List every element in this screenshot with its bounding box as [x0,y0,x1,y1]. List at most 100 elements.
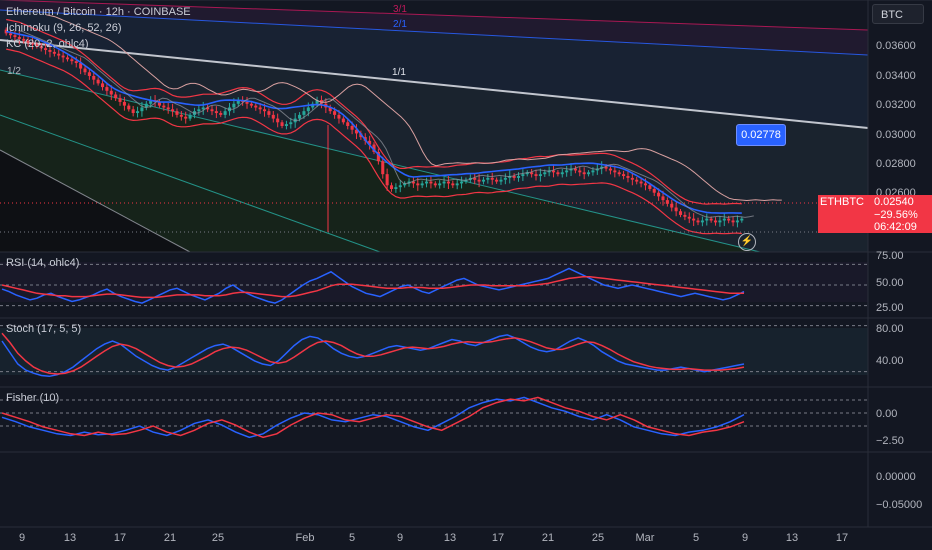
fan-label: 1/2 [7,66,21,77]
candle-body [179,114,183,117]
candle-body [678,211,683,215]
candle-body [499,179,503,182]
time-axis-tick: 21 [542,532,554,544]
drawing-value-tooltip: 0.02778 [736,124,786,146]
stoch-pane[interactable]: Stoch (17, 5, 5) [0,323,868,378]
candle-body [109,90,113,95]
time-axis-tick: 9 [742,532,748,544]
candle-body [13,35,17,38]
candle-body [249,103,253,106]
candle-body [276,118,280,123]
candle-body [258,107,262,110]
candle-body [223,111,227,115]
chart-canvas[interactable]: 3/1 2/1 1/1 1/2 RSI (14, ohlc4) Stoch (17, … [0,0,932,550]
time-axis-tick: 13 [444,532,456,544]
candle-body [188,114,192,119]
price-tag-symbol: ETHBTC [820,196,864,208]
price-axis-tick: 0.02800 [876,158,916,170]
pane-title: Fisher (10) [6,392,59,404]
candle-body [516,176,521,178]
candle-body [425,181,429,184]
candle-body [438,183,442,186]
candle-body [210,109,214,112]
candle-body [420,183,424,186]
candle-body [538,174,542,177]
candle-body [280,122,284,126]
candle-body [171,109,175,112]
candle-body [118,98,122,102]
time-axis-tick: 21 [164,532,176,544]
candle-body [114,94,118,99]
time-axis-tick: Mar [636,532,655,544]
candle-body [731,220,735,223]
candle-body [705,218,709,221]
candle-body [735,220,739,223]
candle-body [587,172,591,175]
time-axis-tick: 13 [64,532,76,544]
candle-body [302,111,306,115]
candle-body [271,114,275,119]
candle-body [486,177,490,180]
kc-legend[interactable]: KC (20, 2, ohlc4) [6,38,89,50]
candle-body [337,114,341,119]
oscillator-axis-tick: 25.00 [876,302,904,314]
candle-body [661,196,665,201]
candle-body [578,170,582,173]
candle-body [52,51,56,54]
candle-body [429,181,433,184]
candle-body [608,168,612,171]
candle-body [65,57,70,60]
oscillator-axis-tick: 50.00 [876,277,904,289]
candle-body [127,105,131,110]
candle-body [263,109,267,112]
candle-body [503,177,507,180]
lightning-icon[interactable]: ⚡ [738,233,756,251]
pane-title: RSI (14, ohlc4) [6,257,79,269]
candle-body [166,107,170,110]
currency-unit-button[interactable]: BTC [872,4,924,24]
candle-body [451,183,455,186]
price-tag-countdown: 06:42:09 [874,221,917,233]
candle-body [700,220,704,223]
candle-body [687,216,691,219]
candle-body [617,172,621,175]
symbol-legend[interactable]: Ethereum / Bitcoin · 12h · COINBASE [6,6,191,18]
fan-label: 1/1 [392,67,406,78]
candle-body [477,179,481,182]
candle-body [670,203,674,208]
candle-body [560,172,564,175]
candle-body [136,111,140,114]
candle-body [131,109,135,114]
extra-axis-tick: −0.05000 [876,499,922,511]
price-tag-change: −29.56% [874,208,918,221]
candle-body [61,55,65,58]
candle-body [446,181,450,184]
candle-body [643,183,648,186]
candle-body [83,68,87,73]
candle-body [105,87,109,91]
candle-body [639,181,643,184]
candle-body [460,181,464,184]
candle-body [674,207,678,212]
rsi-pane[interactable]: RSI (14, ohlc4) [0,257,868,307]
last-price-tag: ETHBTC 0.02540 −29.56% 06:42:09 [818,195,932,233]
candle-body [100,83,105,88]
time-axis-tick: 17 [114,532,126,544]
candle-body [394,187,398,189]
candle-body [162,105,166,108]
candle-body [267,111,271,115]
candle-body [70,59,74,62]
candle-body [455,183,459,186]
time-axis-tick: 17 [492,532,504,544]
ichimoku-legend[interactable]: Ichimoku (9, 26, 52, 26) [6,22,122,34]
candle-body [534,174,538,177]
candle-body [481,179,485,182]
candle-body [289,122,293,125]
candle-body [385,174,389,186]
oscillator-axis-tick: 0.00 [876,408,897,420]
candle-body [543,172,547,175]
candle-body [381,161,385,175]
candle-body [495,179,499,182]
candle-body [657,192,661,197]
candle-body [696,220,700,223]
